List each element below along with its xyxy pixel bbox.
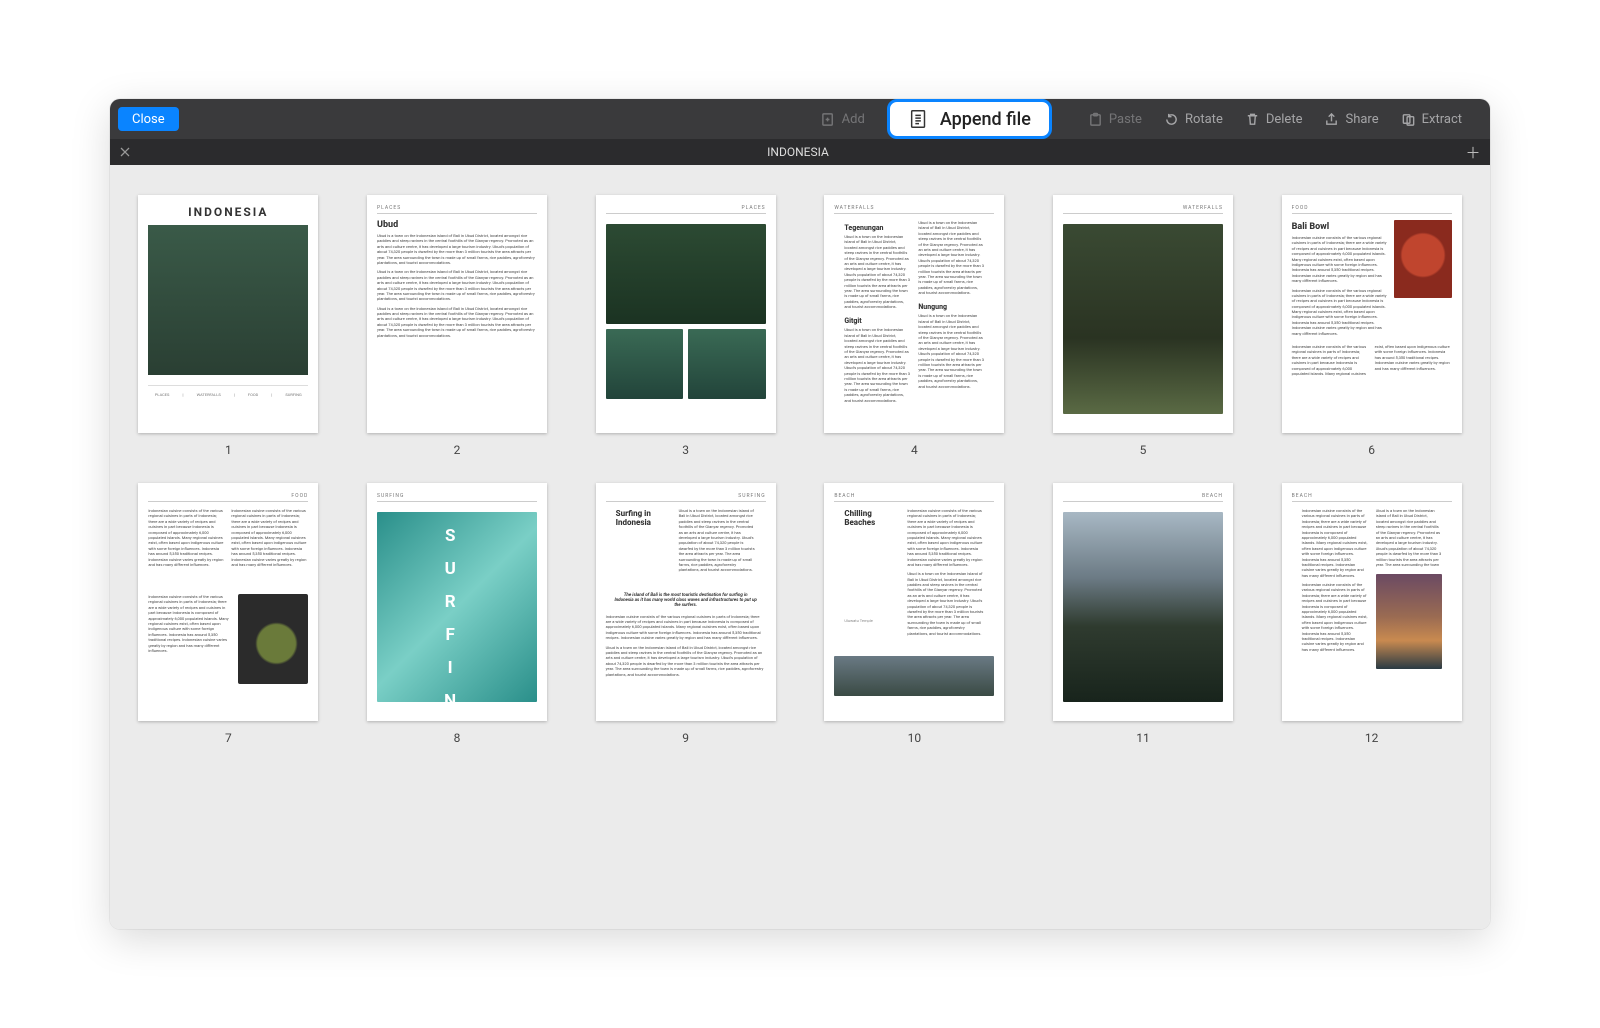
close-button[interactable]: Close — [118, 107, 179, 131]
extract-label: Extract — [1422, 112, 1462, 127]
cover-image — [148, 225, 308, 375]
thumbnail-grid: INDONESIA PLACES| WATERFALLS| FOOD| SURF… — [134, 195, 1466, 745]
thumbnail-grid-container[interactable]: INDONESIA PLACES| WATERFALLS| FOOD| SURF… — [110, 165, 1490, 929]
page-number: 8 — [454, 731, 461, 745]
page-thumb[interactable]: PLACES Ubud Ubud is a town on the Indone… — [363, 195, 552, 457]
add-icon — [821, 112, 836, 127]
delete-label: Delete — [1266, 112, 1303, 127]
page-thumb[interactable]: INDONESIA PLACES| WATERFALLS| FOOD| SURF… — [134, 195, 323, 457]
photo — [1063, 224, 1223, 414]
page-number: 6 — [1368, 443, 1375, 457]
photo — [606, 224, 766, 324]
page-thumb[interactable]: WATERFALLS 5 — [1049, 195, 1238, 457]
page-thumb[interactable]: BEACH Indonesian cuisine consists of the… — [1277, 483, 1466, 745]
cover-tabs: PLACES| WATERFALLS| FOOD| SURFING — [148, 385, 308, 397]
page-number: 2 — [454, 443, 461, 457]
page-thumb[interactable]: SURFING Surfing in Indonesia Ubud is a t… — [591, 483, 780, 745]
page-number: 5 — [1140, 443, 1147, 457]
append-file-icon — [908, 108, 930, 130]
photo — [834, 656, 994, 696]
append-file-label: Append file — [940, 109, 1031, 130]
page-thumb[interactable]: SURFING SURFING 8 — [363, 483, 552, 745]
page-number: 10 — [908, 731, 922, 745]
share-icon — [1324, 112, 1339, 127]
page-thumb[interactable]: WATERFALLS Tegenungan Ubud is a town on … — [820, 195, 1009, 457]
paste-button[interactable]: Paste — [1088, 112, 1142, 127]
page-number: 3 — [682, 443, 689, 457]
page-thumb[interactable]: FOOD Bali Bowl Indonesian cuisine consis… — [1277, 195, 1466, 457]
photo — [238, 594, 308, 684]
page-title: INDONESIA — [138, 205, 318, 219]
add-label: Add — [842, 112, 865, 127]
tab-add-button[interactable]: ＋ — [1464, 143, 1482, 161]
page-thumb[interactable]: FOOD Indonesian cuisine consists of the … — [134, 483, 323, 745]
photo — [1063, 512, 1223, 702]
rotate-icon — [1164, 112, 1179, 127]
tab-close-button[interactable] — [118, 145, 132, 159]
page-number: 7 — [225, 731, 232, 745]
toolbar-actions: Add Append file Paste Rotate Delete Shar… — [821, 99, 1490, 139]
page-number: 12 — [1365, 731, 1379, 745]
share-button[interactable]: Share — [1324, 112, 1378, 127]
page-number: 1 — [225, 443, 232, 457]
photo — [1394, 220, 1452, 298]
page-number: 11 — [1136, 731, 1150, 745]
paste-label: Paste — [1109, 112, 1142, 127]
surfing-letters: SURFING — [444, 526, 458, 721]
tab-title: INDONESIA — [132, 145, 1464, 159]
page-thumb[interactable]: BEACH 11 — [1049, 483, 1238, 745]
page-thumb[interactable]: PLACES 3 — [591, 195, 780, 457]
photo — [1376, 574, 1442, 669]
tab-bar: INDONESIA ＋ — [110, 139, 1490, 165]
delete-button[interactable]: Delete — [1245, 112, 1303, 127]
page-thumb[interactable]: BEACH Chilling Beaches Uluwatu Temple In… — [820, 483, 1009, 745]
rotate-label: Rotate — [1185, 112, 1223, 127]
delete-icon — [1245, 112, 1260, 127]
toolbar: Close Add Append file Paste Rotate Delet… — [110, 99, 1490, 139]
page-number: 9 — [682, 731, 689, 745]
append-file-button[interactable]: Append file — [887, 99, 1052, 139]
photo — [688, 329, 766, 399]
photo: SURFING — [377, 512, 537, 702]
rotate-button[interactable]: Rotate — [1164, 112, 1223, 127]
paste-icon — [1088, 112, 1103, 127]
share-label: Share — [1345, 112, 1378, 127]
extract-icon — [1401, 112, 1416, 127]
add-button[interactable]: Add — [821, 112, 865, 127]
extract-button[interactable]: Extract — [1401, 112, 1462, 127]
page-number: 4 — [911, 443, 918, 457]
app-window: Close Add Append file Paste Rotate Delet… — [110, 99, 1490, 929]
photo — [606, 329, 684, 399]
